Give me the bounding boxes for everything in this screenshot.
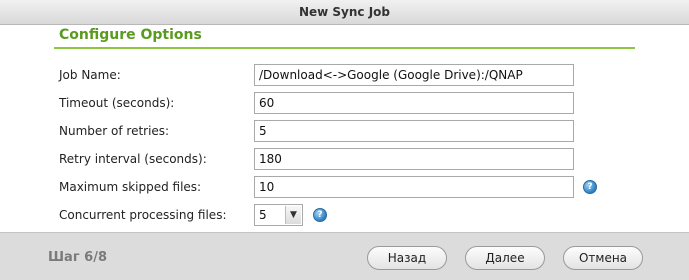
step-indicator: Шаг 6/8 xyxy=(48,250,107,265)
back-button[interactable]: Назад xyxy=(367,246,447,270)
retry-interval-input[interactable] xyxy=(254,148,574,170)
wizard-footer: Шаг 6/8 Назад Далее Отмена xyxy=(0,232,689,280)
next-button[interactable]: Далее xyxy=(465,246,545,270)
help-icon[interactable]: ? xyxy=(313,208,327,222)
window-titlebar: New Sync Job xyxy=(0,0,689,25)
max-skipped-input[interactable] xyxy=(254,176,574,198)
timeout-row: Timeout (seconds): xyxy=(0,92,689,116)
help-icon[interactable]: ? xyxy=(583,180,597,194)
job-name-row: Job Name: xyxy=(0,64,689,88)
timeout-label: Timeout (seconds): xyxy=(59,96,175,110)
retry-interval-label: Retry interval (seconds): xyxy=(59,152,207,166)
max-skipped-label: Maximum skipped files: xyxy=(59,180,202,194)
concurrent-select[interactable]: 5 ▼ xyxy=(254,204,303,226)
cancel-button[interactable]: Отмена xyxy=(563,246,643,270)
job-name-label: Job Name: xyxy=(59,68,121,82)
concurrent-select-value: 5 xyxy=(259,208,267,222)
chevron-down-icon[interactable]: ▼ xyxy=(285,206,301,224)
concurrent-label: Concurrent processing files: xyxy=(59,208,227,222)
max-skipped-row: Maximum skipped files: ? xyxy=(0,176,689,200)
section-title: Configure Options xyxy=(59,27,202,43)
section-divider xyxy=(54,47,635,49)
job-name-input[interactable] xyxy=(254,64,574,86)
concurrent-row: Concurrent processing files: 5 ▼ ? xyxy=(0,204,689,228)
retries-input[interactable] xyxy=(254,120,574,142)
timeout-input[interactable] xyxy=(254,92,574,114)
retry-interval-row: Retry interval (seconds): xyxy=(0,148,689,172)
window-title: New Sync Job xyxy=(298,5,391,19)
retries-label: Number of retries: xyxy=(59,124,170,138)
retries-row: Number of retries: xyxy=(0,120,689,144)
